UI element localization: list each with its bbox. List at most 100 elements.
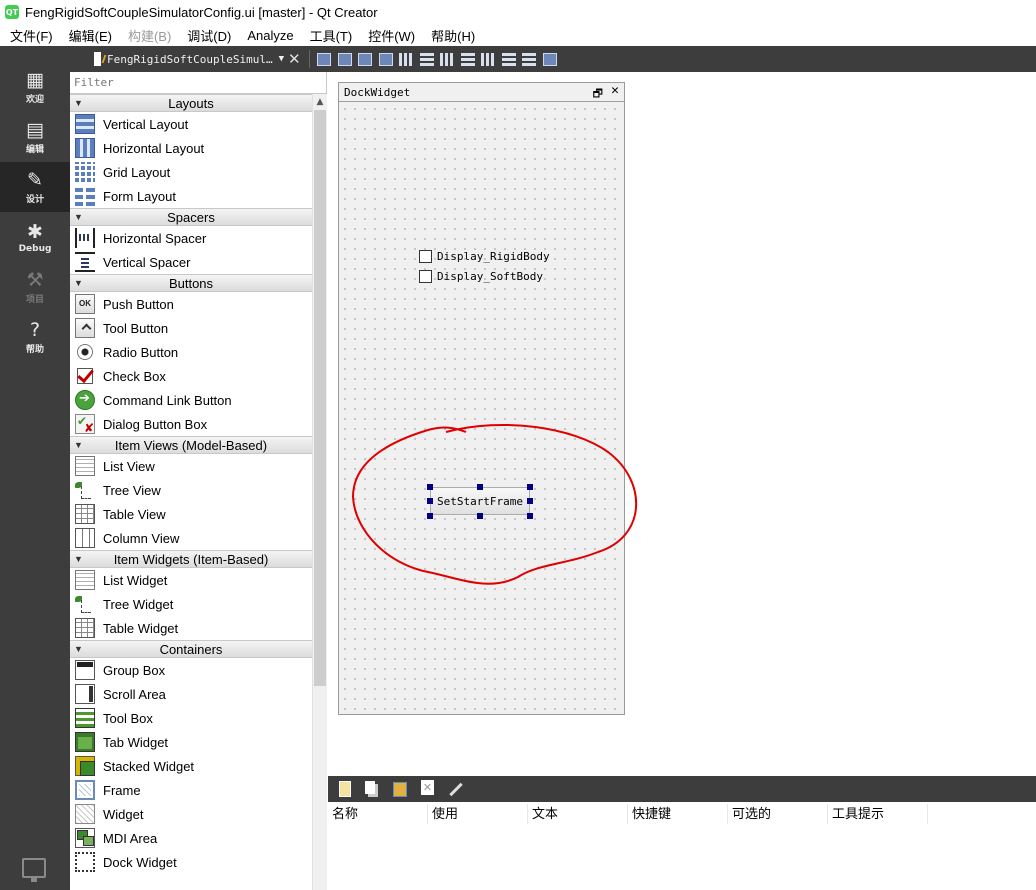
column-header[interactable]: 使用 — [428, 804, 528, 824]
widget-item[interactable]: Horizontal Layout — [70, 136, 312, 160]
widget-item-label: Tool Button — [103, 320, 169, 336]
resize-handle[interactable] — [427, 498, 433, 504]
column-header[interactable]: 快捷键 — [628, 804, 728, 824]
resize-handle[interactable] — [527, 513, 533, 519]
widget-item[interactable]: Form Layout — [70, 184, 312, 208]
widget-item[interactable]: Tree Widget — [70, 592, 312, 616]
configure-icon[interactable] — [446, 779, 466, 799]
column-header[interactable]: 名称 — [328, 804, 428, 824]
layout-grid-button[interactable] — [499, 49, 519, 69]
list-widget-icon — [75, 570, 95, 590]
mode-button[interactable]: ⚒ 项目 — [0, 262, 70, 312]
edit-widgets-button[interactable] — [314, 49, 334, 69]
widget-item[interactable]: Table View — [70, 502, 312, 526]
column-header[interactable]: 文本 — [528, 804, 628, 824]
widget-item[interactable]: List Widget — [70, 568, 312, 592]
widget-item[interactable]: Dock Widget — [70, 850, 312, 874]
mode-button[interactable]: ▤ 编辑 — [0, 112, 70, 162]
widget-item[interactable]: Grid Layout — [70, 160, 312, 184]
resize-handle[interactable] — [527, 484, 533, 490]
menu-item[interactable]: 调试(D) — [179, 26, 239, 45]
widget-item[interactable]: Widget — [70, 802, 312, 826]
resize-handle[interactable] — [427, 484, 433, 490]
widget-category-header[interactable]: ▼ Item Views (Model-Based) — [70, 436, 312, 454]
widget-category-header[interactable]: ▼ Spacers — [70, 208, 312, 226]
mode-button[interactable]: ▦ 欢迎 — [0, 62, 70, 112]
close-icon[interactable]: ✕ — [611, 83, 619, 98]
widget-item[interactable]: Horizontal Spacer — [70, 226, 312, 250]
filter-input[interactable] — [74, 76, 314, 89]
resize-handle[interactable] — [477, 484, 483, 490]
widget-item[interactable]: Tab Widget — [70, 730, 312, 754]
widget-category-header[interactable]: ▼ Buttons — [70, 274, 312, 292]
vertical-spacer-icon — [75, 252, 95, 272]
layout-vertically-button[interactable] — [417, 49, 437, 69]
widget-item[interactable]: Frame — [70, 778, 312, 802]
close-document-icon[interactable]: ✕ — [284, 50, 305, 68]
scrollbar-thumb[interactable] — [314, 110, 326, 686]
open-document-selector[interactable]: FengRigidSoftCoupleSimul… ▼ — [94, 49, 284, 69]
widget-item[interactable]: Tree View — [70, 478, 312, 502]
widget-item[interactable]: OK Push Button — [70, 292, 312, 316]
widget-item[interactable]: Radio Button — [70, 340, 312, 364]
layout-vertical-splitter-button[interactable] — [458, 49, 478, 69]
widget-item[interactable]: List View — [70, 454, 312, 478]
resize-handle[interactable] — [527, 498, 533, 504]
paste-action-icon[interactable] — [390, 779, 410, 799]
resize-handle[interactable] — [427, 513, 433, 519]
column-header[interactable]: 工具提示 — [828, 804, 928, 824]
form-editor-canvas[interactable]: DockWidget 🗗 ✕ Display_RigidBody Display… — [328, 72, 1036, 776]
edit-buddies-button[interactable] — [355, 49, 375, 69]
edit-signals-slots-button[interactable] — [335, 49, 355, 69]
new-action-icon[interactable] — [334, 779, 354, 799]
widget-category-header[interactable]: ▼ Containers — [70, 640, 312, 658]
layout-horizontally-button[interactable] — [396, 49, 416, 69]
widget-item[interactable]: Tool Button — [70, 316, 312, 340]
widget-item[interactable]: Group Box — [70, 658, 312, 682]
edit-tab-order-button[interactable] — [376, 49, 396, 69]
dock-title-bar[interactable]: DockWidget 🗗 ✕ — [339, 83, 624, 102]
dock-contents-grid[interactable]: Display_RigidBody Display_SoftBody SetSt… — [339, 103, 624, 714]
display-rigidbody-checkbox[interactable]: Display_RigidBody — [419, 250, 550, 263]
widget-item[interactable]: Stacked Widget — [70, 754, 312, 778]
layout-horizontal-splitter-button[interactable] — [437, 49, 457, 69]
copy-action-icon[interactable] — [362, 779, 382, 799]
widget-item[interactable]: Command Link Button — [70, 388, 312, 412]
menu-item[interactable]: 控件(W) — [360, 26, 423, 45]
menu-item[interactable]: 文件(F) — [2, 26, 61, 45]
widget-item[interactable]: Vertical Spacer — [70, 250, 312, 274]
widget-category-header[interactable]: ▼ Layouts — [70, 94, 312, 112]
widget-item[interactable]: Scroll Area — [70, 682, 312, 706]
menu-item[interactable]: 构建(B) — [120, 26, 179, 45]
widget-item[interactable]: Check Box — [70, 364, 312, 388]
set-start-frame-button[interactable]: SetStartFrame — [430, 487, 530, 515]
dock-widget-form[interactable]: DockWidget 🗗 ✕ Display_RigidBody Display… — [338, 82, 625, 715]
adjust-size-button[interactable] — [540, 49, 560, 69]
menu-item[interactable]: 帮助(H) — [423, 26, 483, 45]
widget-item[interactable]: Tool Box — [70, 706, 312, 730]
column-header[interactable]: 可选的 — [728, 804, 828, 824]
widget-item[interactable]: Vertical Layout — [70, 112, 312, 136]
scroll-up-arrow-icon[interactable]: ▲ — [313, 94, 327, 110]
display-softbody-checkbox[interactable]: Display_SoftBody — [419, 270, 543, 283]
widget-category-header[interactable]: ▼ Item Widgets (Item-Based) — [70, 550, 312, 568]
widget-item[interactable]: Table Widget — [70, 616, 312, 640]
menu-item[interactable]: 工具(T) — [302, 26, 361, 45]
design-pen-icon: ✎ — [27, 169, 43, 191]
widget-box-scrollbar[interactable]: ▲ — [312, 94, 327, 890]
delete-action-icon[interactable] — [418, 779, 438, 799]
float-icon[interactable]: 🗗 — [593, 85, 603, 104]
menu-item[interactable]: Analyze — [239, 28, 301, 43]
mode-button[interactable]: ✱ Debug — [0, 212, 70, 262]
resize-handle[interactable] — [477, 513, 483, 519]
break-layout-button[interactable] — [519, 49, 539, 69]
widget-item[interactable]: Dialog Button Box — [70, 412, 312, 436]
widget-item[interactable]: Column View — [70, 526, 312, 550]
layout-form-button[interactable] — [478, 49, 498, 69]
widget-item[interactable]: MDI Area — [70, 826, 312, 850]
mode-button[interactable]: ✎ 设计 — [0, 162, 70, 212]
monitor-icon[interactable] — [22, 858, 46, 882]
mode-button[interactable]: ? 帮助 — [0, 312, 70, 362]
menu-item[interactable]: 编辑(E) — [61, 26, 120, 45]
widget-item-label: Tab Widget — [103, 734, 169, 750]
